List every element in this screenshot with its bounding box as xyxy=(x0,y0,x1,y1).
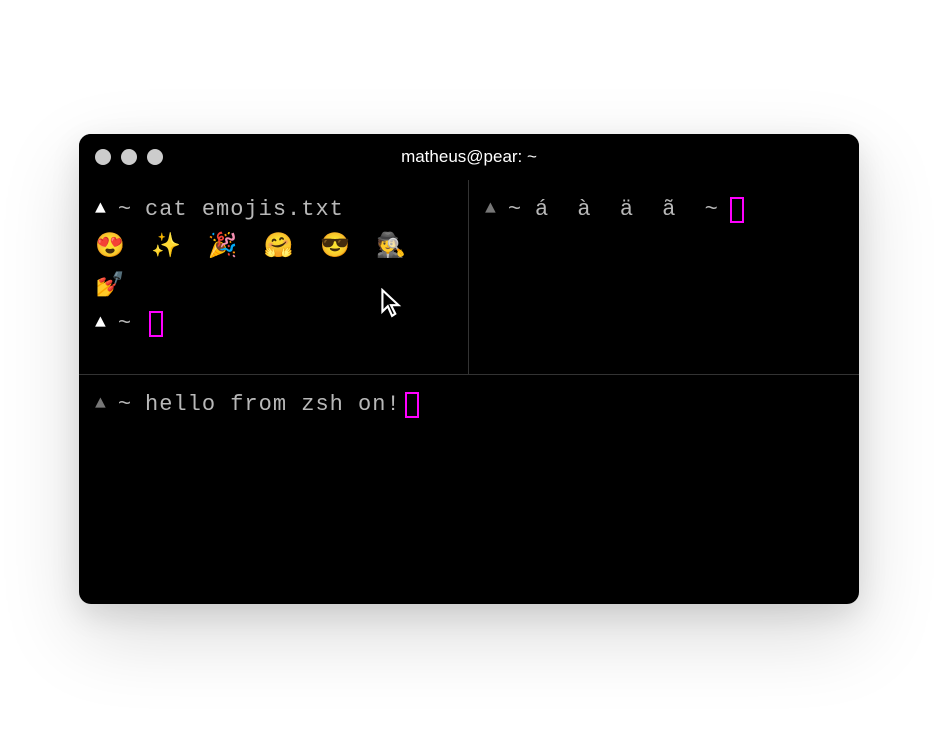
command-line: ▲ ~ á à ä ã ~ xyxy=(485,192,843,227)
prompt-triangle-icon: ▲ xyxy=(485,195,496,224)
hello-text: hello from zsh on xyxy=(145,387,386,422)
prompt-line: ▲ ~ xyxy=(95,306,452,341)
prompt-path: ~ xyxy=(118,387,131,422)
terminal-cursor xyxy=(149,311,163,337)
titlebar[interactable]: matheus@pear: ~ xyxy=(79,134,859,180)
prompt-path: ~ xyxy=(508,192,521,227)
close-button[interactable] xyxy=(95,149,111,165)
pane-container: ▲ ~ cat emojis.txt 😍 ✨ 🎉 🤗 😎 🕵️ 💅 ▲ ~ ▲ … xyxy=(79,180,859,604)
emoji-output: 😍 ✨ 🎉 🤗 😎 🕵️ 💅 xyxy=(95,229,452,306)
window-controls xyxy=(95,149,163,165)
terminal-cursor xyxy=(730,197,744,223)
maximize-button[interactable] xyxy=(147,149,163,165)
prompt-triangle-icon: ▲ xyxy=(95,390,106,419)
prompt-path: ~ xyxy=(118,192,131,227)
minimize-button[interactable] xyxy=(121,149,137,165)
prompt-triangle-icon: ▲ xyxy=(95,195,106,224)
window-title: matheus@pear: ~ xyxy=(401,147,537,167)
command-line: ▲ ~ cat emojis.txt xyxy=(95,192,452,227)
terminal-window: matheus@pear: ~ ▲ ~ cat emojis.txt 😍 ✨ 🎉… xyxy=(79,134,859,604)
pane-top-right[interactable]: ▲ ~ á à ä ã ~ xyxy=(469,180,859,375)
pane-top-left[interactable]: ▲ ~ cat emojis.txt 😍 ✨ 🎉 🤗 😎 🕵️ 💅 ▲ ~ xyxy=(79,180,469,375)
pane-bottom[interactable]: ▲ ~ hello from zsh on ! xyxy=(79,375,859,604)
accent-text: á à ä ã ~ xyxy=(535,192,726,227)
prompt-path: ~ xyxy=(118,306,131,341)
terminal-cursor xyxy=(405,392,419,418)
command-line: ▲ ~ hello from zsh on ! xyxy=(95,387,843,422)
prompt-triangle-icon: ▲ xyxy=(95,309,106,338)
command-text: cat emojis.txt xyxy=(145,192,344,227)
exclaim-text: ! xyxy=(386,387,400,422)
